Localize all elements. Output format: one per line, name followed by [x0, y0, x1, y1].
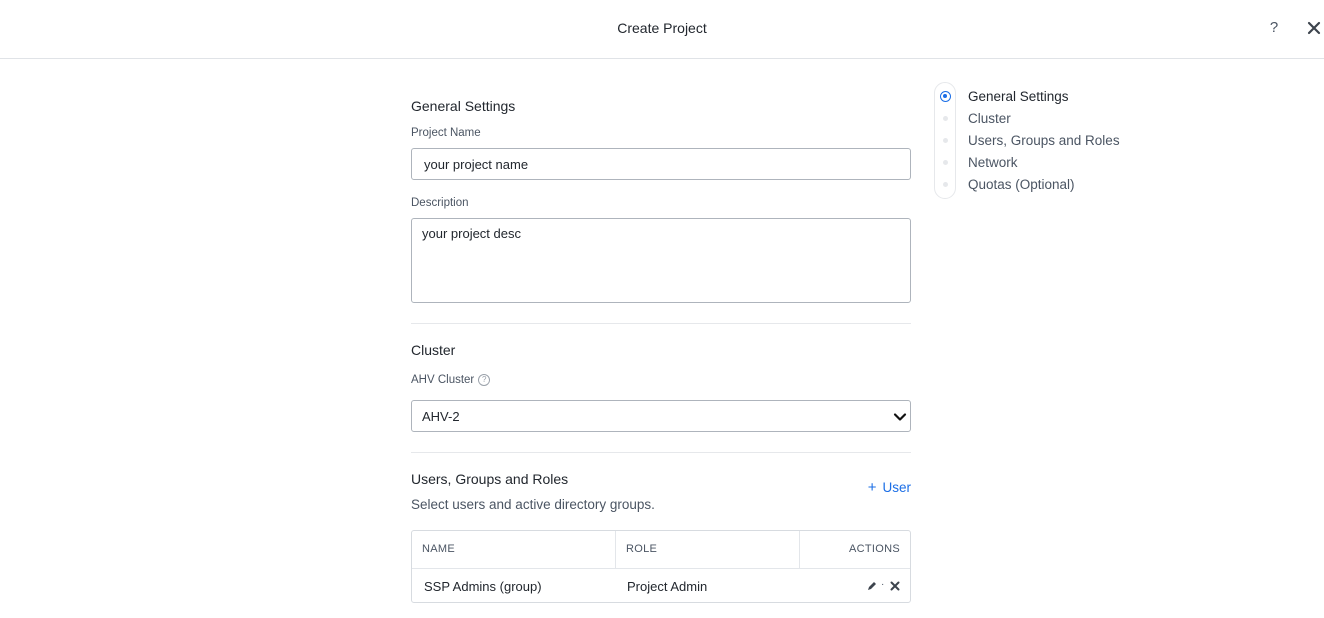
ahv-cluster-select[interactable]: AHV-2 [411, 400, 911, 432]
step-network[interactable]: Network [968, 155, 1018, 170]
help-circle-icon[interactable]: ? [478, 374, 491, 386]
table-cell-name: SSP Admins (group) [424, 579, 542, 594]
close-icon[interactable] [1305, 19, 1323, 37]
step-dot-active [940, 91, 951, 102]
add-user-button[interactable]: + User [868, 479, 911, 496]
step-dot [943, 160, 948, 165]
users-table: NAME ROLE ACTIONS SSP Admins (group) Pro… [411, 530, 911, 603]
modal-header: Create Project ? [0, 0, 1324, 59]
plus-icon: + [867, 479, 877, 496]
section-divider [411, 323, 911, 324]
users-groups-roles-title: Users, Groups and Roles [411, 471, 569, 487]
table-cell-role: Project Admin [627, 579, 708, 594]
step-quotas[interactable]: Quotas (Optional) [968, 177, 1075, 192]
step-indicator-track [934, 82, 956, 199]
description-label: Description [411, 197, 469, 209]
step-users-groups-roles[interactable]: Users, Groups and Roles [968, 133, 1120, 148]
step-cluster[interactable]: Cluster [968, 111, 1011, 126]
action-separator: · [881, 579, 885, 590]
column-header-name[interactable]: NAME [412, 531, 616, 568]
step-dot [943, 138, 948, 143]
step-dot [943, 182, 948, 187]
step-dot [943, 116, 948, 121]
step-general-settings[interactable]: General Settings [968, 89, 1069, 104]
project-name-label: Project Name [411, 127, 481, 139]
project-name-input[interactable] [411, 148, 911, 180]
add-user-label: User [882, 480, 911, 495]
column-header-actions: ACTIONS [849, 543, 900, 555]
section-divider [411, 452, 911, 453]
pencil-icon[interactable] [866, 579, 878, 593]
page-title: Create Project [617, 20, 707, 36]
description-textarea[interactable]: your project desc [411, 218, 911, 303]
general-settings-title: General Settings [411, 98, 516, 114]
ahv-cluster-label-text: AHV Cluster [411, 374, 475, 387]
ahv-cluster-label: AHV Cluster? [411, 374, 491, 387]
row-divider [412, 568, 910, 569]
x-icon[interactable] [889, 579, 901, 593]
cluster-title: Cluster [411, 342, 456, 358]
ahv-cluster-selected: AHV-2 [422, 409, 460, 424]
users-subtitle: Select users and active directory groups… [411, 497, 655, 512]
chevron-down-icon [893, 410, 907, 424]
help-icon[interactable]: ? [1266, 19, 1282, 37]
column-header-role[interactable]: ROLE [616, 531, 800, 568]
